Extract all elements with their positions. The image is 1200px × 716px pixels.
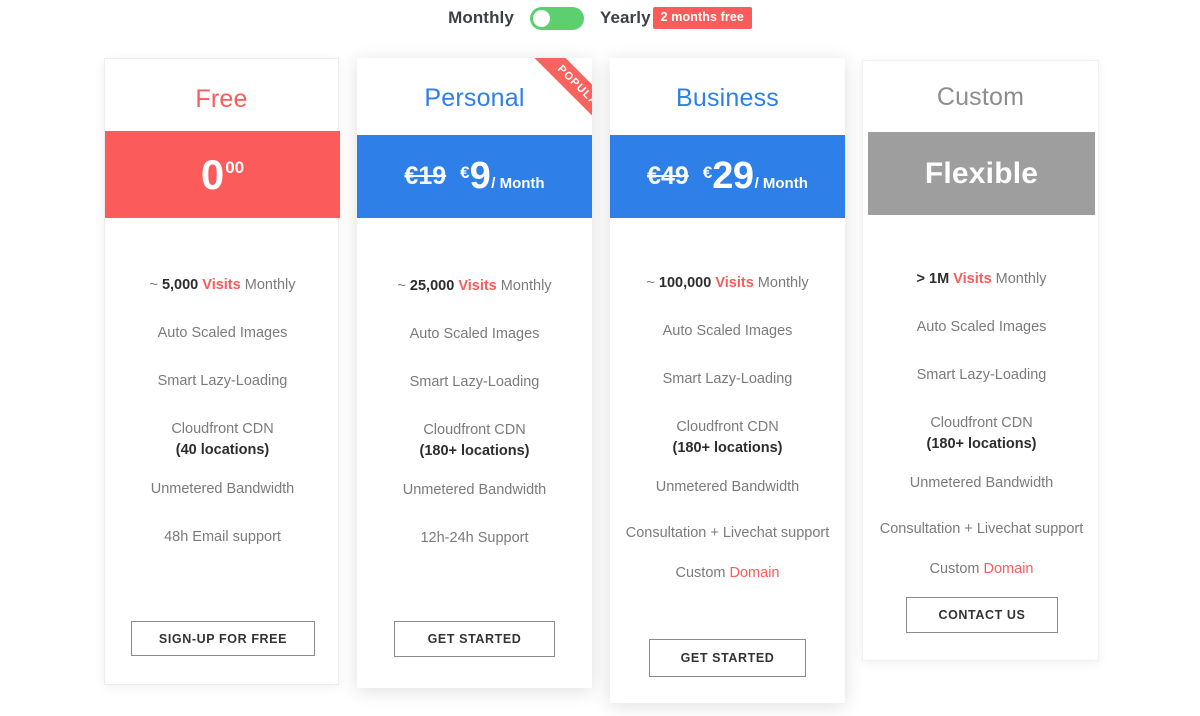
price-banner-personal: €19 €9/ Month: [357, 135, 592, 218]
feature-item: Unmetered Bandwidth: [402, 482, 547, 499]
cta-button-business[interactable]: GET STARTED: [649, 639, 806, 677]
pricing-card-personal[interactable]: POPULAR Personal €19 €9/ Month ~ 25,000 …: [357, 58, 592, 688]
feature-list-personal: ~ 25,000 Visits Monthly Auto Scaled Imag…: [369, 258, 580, 549]
feature-item: Cloudfront CDN (180+ locations): [672, 419, 783, 457]
feature-item: Cloudfront CDN (40 locations): [171, 421, 274, 459]
price-current-personal: €9/ Month: [460, 155, 545, 197]
feature-item: Auto Scaled Images: [409, 326, 540, 343]
feature-item: > 1M Visits Monthly: [916, 271, 1047, 287]
plan-title-free: Free: [195, 85, 248, 113]
switch-knob[interactable]: [530, 7, 552, 29]
feature-item: 12h-24h Support: [420, 530, 529, 547]
feature-item: Unmetered Bandwidth: [655, 479, 800, 496]
feature-item: Auto Scaled Images: [157, 325, 288, 342]
billing-period-toggle-bar: Monthly Yearly 2 months free: [0, 0, 1200, 36]
feature-item: Cloudfront CDN (180+ locations): [419, 422, 530, 460]
price-text-custom: Flexible: [924, 156, 1039, 190]
feature-item: Smart Lazy-Loading: [916, 367, 1047, 384]
feature-item: Unmetered Bandwidth: [909, 475, 1054, 492]
price-amount-free: 000: [200, 150, 245, 198]
feature-item: Consultation + Livechat support: [879, 521, 1084, 538]
feature-list-business: ~ 100,000 Visits Monthly Auto Scaled Ima…: [620, 258, 835, 584]
price-original-personal: €19: [404, 162, 447, 190]
plan-title-personal: Personal: [424, 84, 525, 112]
feature-item: Smart Lazy-Loading: [157, 373, 288, 390]
feature-item: Consultation + Livechat support: [625, 525, 830, 542]
price-banner-custom: Flexible: [868, 132, 1095, 215]
promo-badge: 2 months free: [652, 7, 752, 29]
toggle-label-monthly[interactable]: Monthly: [448, 8, 514, 28]
feature-item: ~ 100,000 Visits Monthly: [646, 275, 809, 291]
cta-button-personal[interactable]: GET STARTED: [394, 621, 555, 657]
feature-item: Unmetered Bandwidth: [150, 481, 295, 498]
plan-title-custom: Custom: [936, 83, 1025, 111]
billing-period-switch[interactable]: [529, 6, 584, 30]
feature-item: 48h Email support: [164, 529, 281, 546]
price-banner-free: 000: [105, 131, 340, 218]
price-banner-business: €49 €29/ Month: [610, 135, 845, 218]
pricing-card-business[interactable]: Business €49 €29/ Month ~ 100,000 Visits…: [610, 58, 845, 703]
plan-title-business: Business: [675, 84, 780, 112]
price-original-business: €49: [647, 162, 689, 190]
feature-item: Auto Scaled Images: [916, 319, 1047, 336]
feature-item: Smart Lazy-Loading: [662, 371, 793, 388]
toggle-label-yearly[interactable]: Yearly: [600, 8, 651, 28]
cta-button-custom[interactable]: CONTACT US: [906, 597, 1058, 633]
feature-item: Custom Domain: [929, 561, 1034, 578]
feature-item: Smart Lazy-Loading: [409, 374, 540, 391]
feature-item: Custom Domain: [675, 565, 780, 582]
price-current-business: €29/ Month: [702, 155, 808, 197]
feature-list-custom: > 1M Visits Monthly Auto Scaled Images S…: [873, 254, 1090, 580]
pricing-card-custom[interactable]: Custom Flexible > 1M Visits Monthly Auto…: [862, 60, 1099, 661]
cta-button-free[interactable]: SIGN-UP FOR FREE: [131, 621, 315, 656]
feature-list-free: ~ 5,000 Visits Monthly Auto Scaled Image…: [117, 259, 328, 548]
pricing-card-free[interactable]: Free 000 ~ 5,000 Visits Monthly Auto Sca…: [104, 58, 340, 685]
feature-item: ~ 25,000 Visits Monthly: [397, 278, 552, 294]
feature-item: Cloudfront CDN (180+ locations): [926, 415, 1037, 453]
feature-item: ~ 5,000 Visits Monthly: [149, 277, 296, 293]
feature-item: Auto Scaled Images: [662, 323, 793, 340]
